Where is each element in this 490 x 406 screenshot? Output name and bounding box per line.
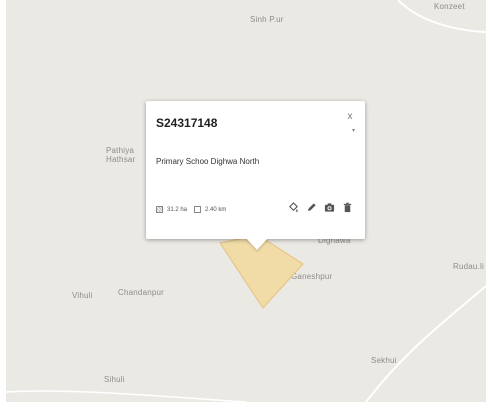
place-label-vihuli: Vihuli <box>72 291 93 300</box>
popup-description: Primary Schoo Dighwa North <box>156 157 260 166</box>
place-label-rudauli: Rudau.li <box>453 262 484 271</box>
place-label-chandanpur: Chandanpur <box>118 288 165 297</box>
camera-icon[interactable] <box>324 202 335 213</box>
place-label-sinh-pur: Sinh P.ur <box>250 15 284 24</box>
map-view[interactable]: Sinh P.ur Konzeet Pathiya Hathsar Dighaw… <box>6 0 486 402</box>
popup-pointer <box>246 238 268 250</box>
trash-icon[interactable] <box>342 202 353 213</box>
perimeter-value: 2.40 km <box>205 206 227 213</box>
area-value: 31.2 ha <box>167 206 188 213</box>
info-popup: S24317148 x ▾ Primary Schoo Dighwa North… <box>146 101 365 250</box>
pencil-icon[interactable] <box>306 202 317 213</box>
popup-stats: 31.2 ha 2.40 km <box>156 206 226 213</box>
paint-bucket-icon[interactable] <box>288 202 299 213</box>
popup-title: S24317148 <box>156 116 218 130</box>
place-label-ganeshpur: Ganeshpur <box>291 272 333 281</box>
place-label-sihuli: Sihuli <box>104 375 125 384</box>
place-label-pathiya: Pathiya <box>106 146 135 155</box>
close-icon[interactable]: x <box>343 110 357 124</box>
area-icon <box>156 206 163 213</box>
place-label-konzeet: Konzeet <box>434 2 465 11</box>
place-label-hathsar: Hathsar <box>106 155 136 164</box>
popup-actions <box>288 202 353 213</box>
perimeter-icon <box>194 206 202 213</box>
place-label-sekhui: Sekhui <box>371 356 397 365</box>
chevron-down-icon[interactable]: ▾ <box>352 127 355 134</box>
